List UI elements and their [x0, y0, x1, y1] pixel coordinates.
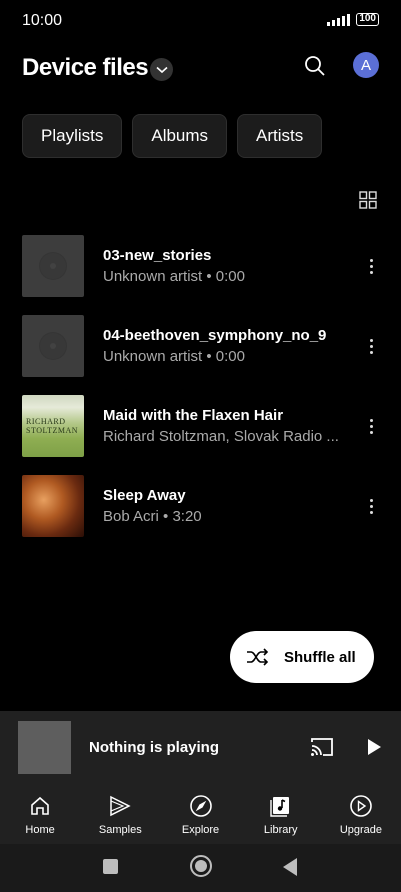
- more-vert-icon: [369, 498, 373, 514]
- more-vert-icon: [369, 418, 373, 434]
- song-title: Sleep Away: [103, 487, 186, 504]
- more-options-button[interactable]: [363, 334, 379, 358]
- recents-icon[interactable]: [103, 859, 118, 874]
- system-nav-bar: [0, 844, 401, 892]
- album-art-placeholder: [22, 315, 84, 377]
- nav-home[interactable]: Home: [0, 786, 80, 844]
- signal-icon: [327, 13, 351, 26]
- chevron-down-icon: [155, 66, 168, 73]
- mini-player-thumbnail: [18, 721, 71, 774]
- title-dropdown-button[interactable]: [150, 58, 173, 81]
- nav-label: Explore: [181, 824, 220, 836]
- more-vert-icon: [369, 258, 373, 274]
- list-item[interactable]: Sleep Away Bob Acri • 3:20: [0, 474, 401, 554]
- play-icon: [368, 739, 381, 755]
- shuffle-all-label: Shuffle all: [284, 648, 356, 666]
- search-icon: [305, 56, 325, 76]
- page-title: Device files: [22, 54, 149, 81]
- home-icon: [28, 794, 52, 818]
- nav-explore[interactable]: Explore: [160, 786, 240, 844]
- status-bar: 10:00 100: [0, 0, 401, 42]
- nav-label: Home: [25, 824, 55, 836]
- list-item[interactable]: 03-new_stories Unknown artist • 0:00: [0, 234, 401, 314]
- mini-player-title: Nothing is playing: [89, 739, 219, 756]
- song-title: 04-beethoven_symphony_no_9: [103, 327, 327, 344]
- nav-library[interactable]: Library: [241, 786, 321, 844]
- nav-samples[interactable]: Samples: [80, 786, 160, 844]
- bottom-nav: Home Samples Explore Library Upgrade: [0, 786, 401, 844]
- disc-icon: [40, 253, 66, 279]
- song-subtitle: Richard Stoltzman, Slovak Radio ...: [103, 428, 339, 445]
- upgrade-icon: [349, 794, 373, 818]
- nav-label: Samples: [98, 824, 142, 836]
- header: Device files A: [22, 48, 379, 88]
- shuffle-icon: [247, 648, 269, 666]
- chip-albums[interactable]: Albums: [132, 114, 228, 158]
- shuffle-all-button[interactable]: Shuffle all: [230, 631, 374, 683]
- grid-view-button[interactable]: [359, 191, 377, 209]
- disc-icon: [40, 333, 66, 359]
- filter-chips: Playlists Albums Artists: [22, 114, 323, 158]
- list-item[interactable]: 04-beethoven_symphony_no_9 Unknown artis…: [0, 314, 401, 394]
- song-subtitle: Bob Acri • 3:20: [103, 508, 202, 525]
- album-art: RICHARD STOLTZMAN: [22, 395, 84, 457]
- back-icon[interactable]: [283, 858, 297, 876]
- library-icon: [269, 794, 293, 818]
- album-art-placeholder: [22, 235, 84, 297]
- song-title: Maid with the Flaxen Hair: [103, 407, 284, 424]
- chip-playlists[interactable]: Playlists: [22, 114, 123, 158]
- nav-upgrade[interactable]: Upgrade: [321, 786, 401, 844]
- battery-icon: 100: [356, 13, 379, 26]
- more-options-button[interactable]: [363, 254, 379, 278]
- search-button[interactable]: [301, 52, 329, 80]
- play-button[interactable]: [363, 736, 385, 758]
- more-options-button[interactable]: [363, 414, 379, 438]
- compass-icon: [189, 794, 213, 818]
- nav-label: Library: [263, 824, 298, 836]
- status-time: 10:00: [22, 12, 63, 29]
- chip-artists[interactable]: Artists: [237, 114, 323, 158]
- avatar[interactable]: A: [353, 52, 379, 78]
- mini-player[interactable]: Nothing is playing: [0, 711, 401, 786]
- nav-label: Upgrade: [339, 824, 383, 836]
- song-subtitle: Unknown artist • 0:00: [103, 268, 245, 285]
- list-item[interactable]: RICHARD STOLTZMAN Maid with the Flaxen H…: [0, 394, 401, 474]
- album-art-text: RICHARD STOLTZMAN: [26, 417, 79, 435]
- cast-button[interactable]: [309, 736, 335, 758]
- home-circle-icon[interactable]: [190, 855, 212, 877]
- samples-icon: [108, 794, 132, 818]
- song-subtitle: Unknown artist • 0:00: [103, 348, 245, 365]
- more-options-button[interactable]: [363, 494, 379, 518]
- grid-icon: [359, 191, 377, 209]
- cast-icon: [311, 738, 333, 756]
- more-vert-icon: [369, 338, 373, 354]
- song-title: 03-new_stories: [103, 247, 212, 264]
- album-art: [22, 475, 84, 537]
- song-list: 03-new_stories Unknown artist • 0:00 04-…: [0, 234, 401, 554]
- status-icons: 100: [327, 13, 379, 26]
